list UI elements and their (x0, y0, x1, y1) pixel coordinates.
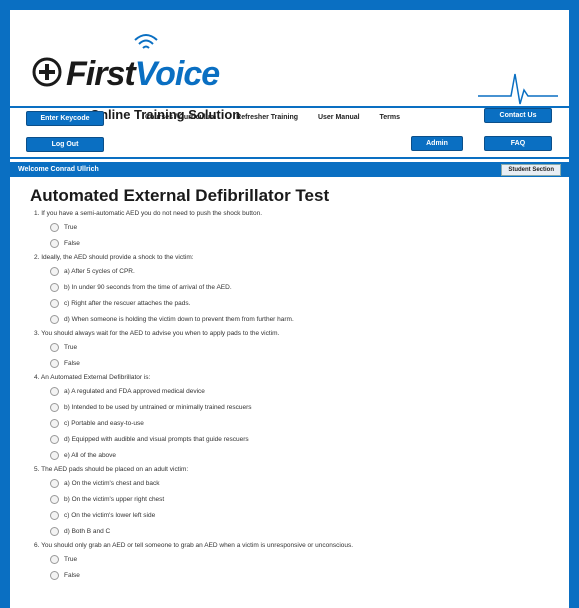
answer-option[interactable]: True (50, 554, 569, 565)
signal-icon (134, 34, 158, 49)
radio-button[interactable] (50, 495, 59, 504)
answer-option[interactable]: False (50, 238, 569, 249)
answer-label: d) Equipped with audible and visual prom… (64, 436, 249, 443)
answer-option[interactable]: d) Equipped with audible and visual prom… (50, 434, 569, 445)
radio-button[interactable] (50, 267, 59, 276)
top-nav: Courses / Curriculum Refresher Training … (145, 114, 418, 121)
enter-keycode-button[interactable]: Enter Keycode (26, 111, 104, 126)
answer-label: a) On the victim's chest and back (64, 480, 160, 487)
test-title: Automated External Defibrillator Test (30, 186, 330, 205)
heartbeat-icon (478, 73, 558, 105)
answer-label: d) When someone is holding the victim do… (64, 316, 294, 323)
answer-label: b) In under 90 seconds from the time of … (64, 284, 232, 291)
firstvoice-logo: FirstVoice Online Training Solution (32, 32, 240, 122)
radio-button[interactable] (50, 223, 59, 232)
faq-button[interactable]: FAQ (484, 136, 552, 151)
question-text: 2. Ideally, the AED should provide a sho… (34, 254, 194, 261)
question-3: 3. You should always wait for the AED to… (34, 330, 569, 369)
welcome-bar: Welcome Conrad Ullrich Student Section (10, 162, 569, 177)
log-out-button[interactable]: Log Out (26, 137, 104, 152)
question-6: 6. You should only grab an AED or tell s… (34, 542, 569, 581)
radio-button[interactable] (50, 555, 59, 564)
question-text: 4. An Automated External Defibrillator i… (34, 374, 151, 381)
question-text: 5. The AED pads should be placed on an a… (34, 466, 189, 473)
nav-user-manual[interactable]: User Manual (318, 114, 360, 121)
answer-label: a) After 5 cycles of CPR. (64, 268, 135, 275)
nav-courses[interactable]: Courses / Curriculum (145, 114, 216, 121)
question-list: 1. If you have a semi-automatic AED you … (10, 210, 569, 581)
radio-button[interactable] (50, 451, 59, 460)
radio-button[interactable] (50, 343, 59, 352)
brand-first: First (66, 55, 136, 93)
radio-button[interactable] (50, 527, 59, 536)
answer-label: False (64, 360, 80, 367)
answer-label: True (64, 344, 78, 351)
radio-button[interactable] (50, 315, 59, 324)
answer-option[interactable]: b) Intended to be used by untrained or m… (50, 402, 569, 413)
radio-button[interactable] (50, 511, 59, 520)
question-text: 6. You should only grab an AED or tell s… (34, 542, 354, 549)
answer-label: c) Portable and easy-to-use (64, 420, 144, 427)
welcome-text: Welcome Conrad Ullrich (18, 166, 99, 173)
answer-label: b) On the victim's upper right chest (64, 496, 165, 503)
radio-button[interactable] (50, 283, 59, 292)
answer-option[interactable]: c) Portable and easy-to-use (50, 418, 569, 429)
answer-option[interactable]: d) When someone is holding the victim do… (50, 314, 569, 325)
answer-label: True (64, 224, 78, 231)
brand-name: FirstVoice (66, 54, 220, 94)
answer-option[interactable]: b) On the victim's upper right chest (50, 494, 569, 505)
question-text: 3. You should always wait for the AED to… (34, 330, 280, 337)
answer-label: False (64, 240, 80, 247)
answer-option[interactable]: d) Both B and C (50, 526, 569, 537)
answer-option[interactable]: False (50, 570, 569, 581)
answer-option[interactable]: a) After 5 cycles of CPR. (50, 266, 569, 277)
radio-button[interactable] (50, 419, 59, 428)
contact-us-button[interactable]: Contact Us (484, 108, 552, 123)
site-header: FirstVoice Online Training Solution Ente… (10, 10, 569, 160)
answer-label: e) All of the above (64, 452, 117, 459)
radio-button[interactable] (50, 479, 59, 488)
answer-label: b) Intended to be used by untrained or m… (64, 404, 252, 411)
brand-voice: Voice (134, 55, 220, 93)
answer-option[interactable]: False (50, 358, 569, 369)
answer-label: c) Right after the rescuer attaches the … (64, 300, 191, 307)
question-5: 5. The AED pads should be placed on an a… (34, 466, 569, 537)
answer-option[interactable]: True (50, 342, 569, 353)
radio-button[interactable] (50, 299, 59, 308)
radio-button[interactable] (50, 403, 59, 412)
test-content: Automated External Defibrillator Test 1.… (10, 180, 569, 586)
plus-circle-icon (32, 57, 62, 87)
answer-option[interactable]: c) On the victim's lower left side (50, 510, 569, 521)
admin-button[interactable]: Admin (411, 136, 463, 151)
radio-button[interactable] (50, 387, 59, 396)
question-4: 4. An Automated External Defibrillator i… (34, 374, 569, 461)
answer-option[interactable]: c) Right after the rescuer attaches the … (50, 298, 569, 309)
radio-button[interactable] (50, 435, 59, 444)
header-divider-bottom (10, 157, 569, 159)
page-frame: FirstVoice Online Training Solution Ente… (10, 10, 569, 608)
answer-option[interactable]: e) All of the above (50, 450, 569, 461)
answer-label: False (64, 572, 80, 579)
radio-button[interactable] (50, 571, 59, 580)
answer-label: True (64, 556, 78, 563)
answer-option[interactable]: b) In under 90 seconds from the time of … (50, 282, 569, 293)
student-section-button[interactable]: Student Section (501, 164, 561, 176)
radio-button[interactable] (50, 239, 59, 248)
question-text: 1. If you have a semi-automatic AED you … (34, 210, 263, 217)
answer-label: c) On the victim's lower left side (64, 512, 156, 519)
answer-option[interactable]: a) On the victim's chest and back (50, 478, 569, 489)
answer-label: a) A regulated and FDA approved medical … (64, 388, 205, 395)
nav-refresher-training[interactable]: Refresher Training (236, 114, 298, 121)
answer-label: d) Both B and C (64, 528, 111, 535)
answer-option[interactable]: a) A regulated and FDA approved medical … (50, 386, 569, 397)
answer-option[interactable]: True (50, 222, 569, 233)
question-2: 2. Ideally, the AED should provide a sho… (34, 254, 569, 325)
nav-terms[interactable]: Terms (380, 114, 401, 121)
radio-button[interactable] (50, 359, 59, 368)
question-1: 1. If you have a semi-automatic AED you … (34, 210, 569, 249)
